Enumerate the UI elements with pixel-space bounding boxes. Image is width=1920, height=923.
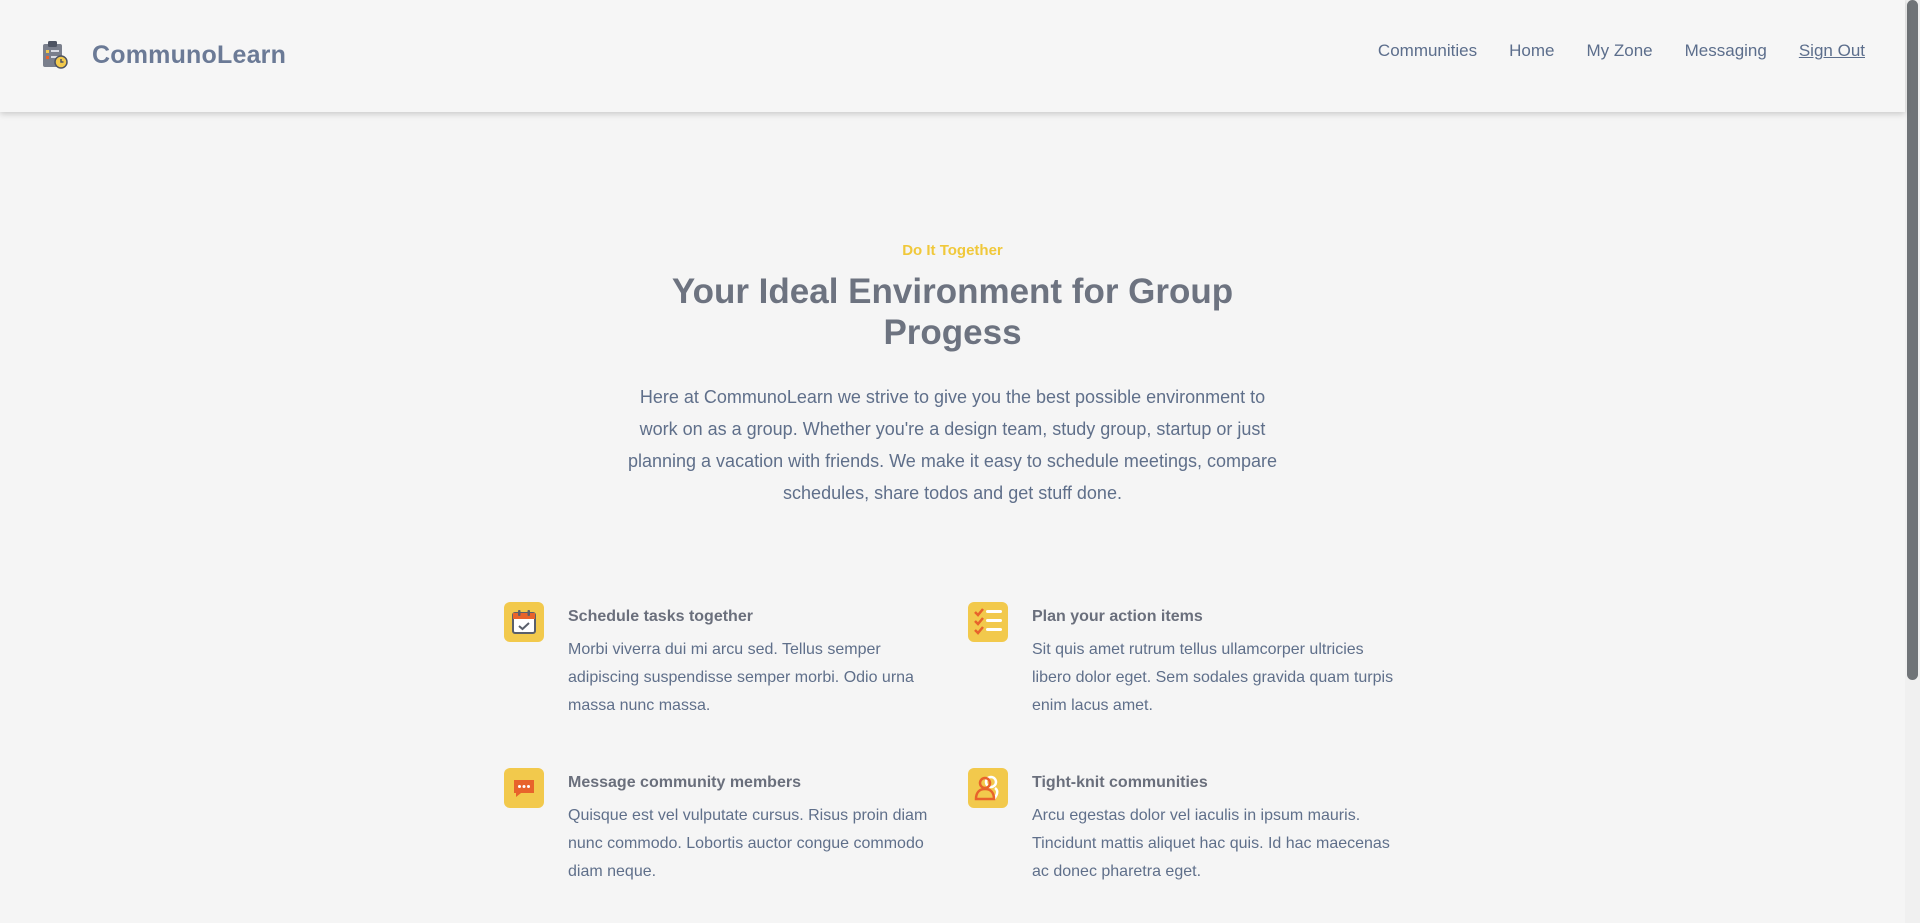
users-icon <box>968 768 1008 808</box>
feature-body: Message community members Quisque est ve… <box>568 768 938 886</box>
page-scrollbar[interactable] <box>1905 0 1920 923</box>
page: CommunoLearn Communities Home My Zone Me… <box>0 0 1920 923</box>
clipboard-clock-icon <box>42 40 68 70</box>
feature-body: Plan your action items Sit quis amet rut… <box>1032 602 1402 720</box>
feature-item: Schedule tasks together Morbi viverra du… <box>504 602 968 720</box>
features-grid: Schedule tasks together Morbi viverra du… <box>504 602 1404 886</box>
checklist-icon <box>968 602 1008 642</box>
feature-item: Plan your action items Sit quis amet rut… <box>968 602 1404 720</box>
feature-description: Quisque est vel vulputate cursus. Risus … <box>568 807 928 880</box>
feature-title: Tight-knit communities <box>1032 774 1208 791</box>
hero-description: Here at CommunoLearn we strive to give y… <box>627 387 1277 503</box>
feature-title: Message community members <box>568 774 801 791</box>
nav-messaging[interactable]: Messaging <box>1685 41 1767 61</box>
feature-item: Tight-knit communities Arcu egestas dolo… <box>968 768 1404 886</box>
scrollbar-thumb[interactable] <box>1907 0 1918 680</box>
feature-description: Sit quis amet rutrum tellus ullamcorper … <box>1032 641 1394 714</box>
hero-section: Do It Together Your Ideal Environment fo… <box>0 242 1905 509</box>
nav-sign-out[interactable]: Sign Out <box>1799 41 1865 61</box>
feature-body: Tight-knit communities Arcu egestas dolo… <box>1032 768 1402 886</box>
hero-title: Your Ideal Environment for Group Progess <box>671 272 1234 352</box>
nav-communities[interactable]: Communities <box>1378 41 1477 61</box>
nav-home[interactable]: Home <box>1509 41 1554 61</box>
chat-bubble-icon <box>504 768 544 808</box>
feature-body: Schedule tasks together Morbi viverra du… <box>568 602 938 720</box>
brand-name: CommunoLearn <box>92 40 287 69</box>
nav-my-zone[interactable]: My Zone <box>1586 41 1652 61</box>
feature-item: Message community members Quisque est ve… <box>504 768 968 886</box>
feature-description: Morbi viverra dui mi arcu sed. Tellus se… <box>568 641 914 714</box>
brand[interactable]: CommunoLearn <box>42 40 286 70</box>
site-header: CommunoLearn Communities Home My Zone Me… <box>0 0 1905 112</box>
hero-eyebrow: Do It Together <box>902 242 1003 259</box>
feature-description: Arcu egestas dolor vel iaculis in ipsum … <box>1032 807 1390 880</box>
main-nav: Communities Home My Zone Messaging Sign … <box>1378 41 1865 61</box>
feature-title: Schedule tasks together <box>568 608 753 625</box>
calendar-check-icon <box>504 602 544 642</box>
feature-title: Plan your action items <box>1032 608 1203 625</box>
